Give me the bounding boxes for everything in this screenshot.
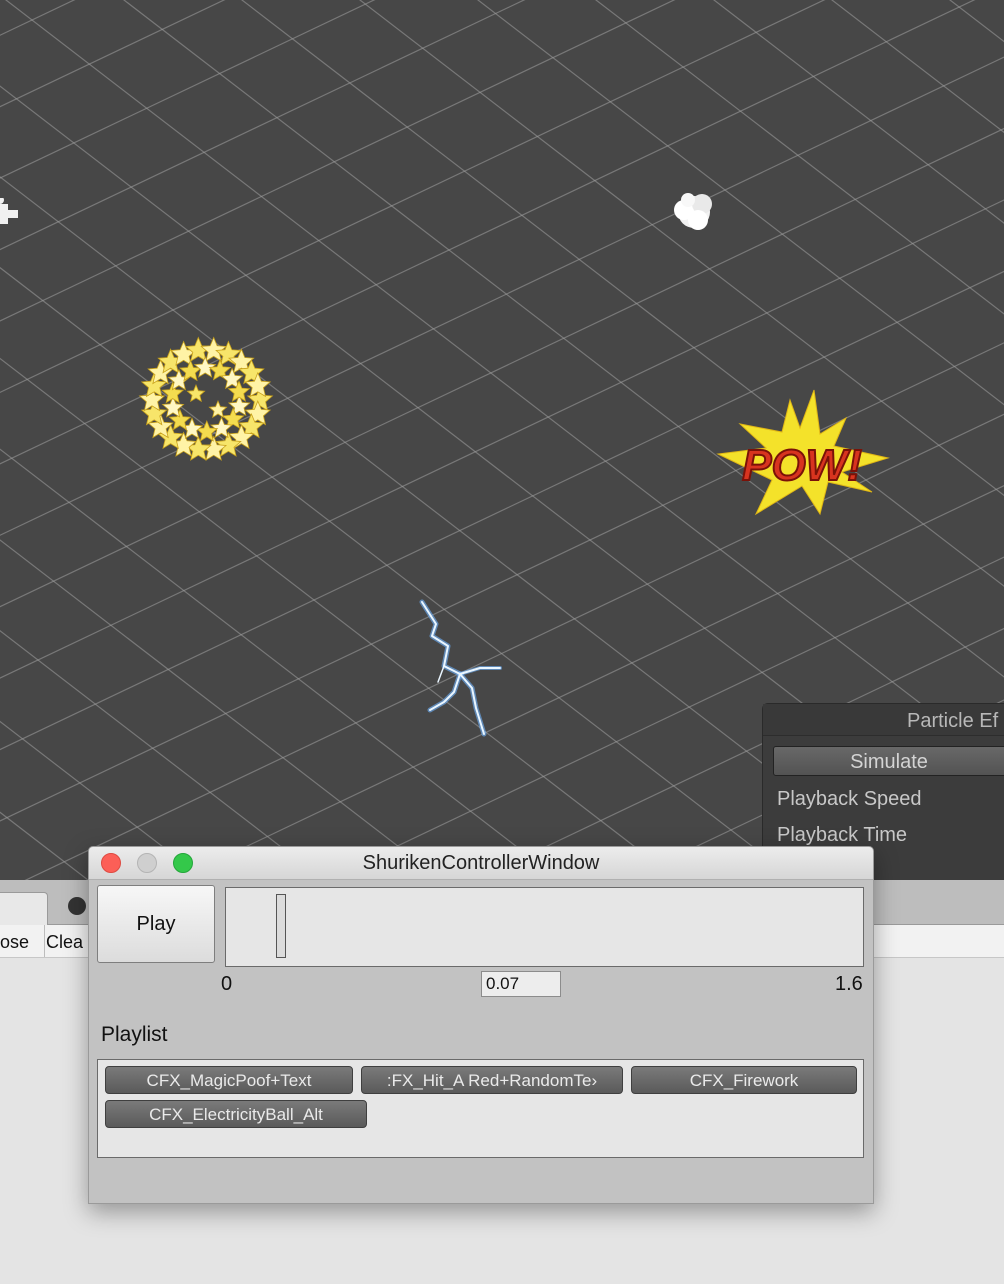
- window-title: ShurikenControllerWindow: [362, 852, 600, 874]
- firework-star-ring-sprite: [138, 336, 274, 461]
- playlist-label: Playlist: [101, 1023, 168, 1046]
- window-titlebar[interactable]: ShurikenControllerWindow: [89, 847, 873, 880]
- timeline-max-label: 1.6: [835, 973, 863, 995]
- playback-speed-label: Playback Speed: [777, 788, 922, 810]
- shuriken-controller-window: ShurikenControllerWindow Play 0 1.6 Play…: [88, 846, 874, 1204]
- scene-view[interactable]: POW! Particle Ef Simulate Playback Speed…: [0, 0, 1004, 880]
- playlist-item[interactable]: :FX_Hit_A Red+RandomTe›: [361, 1066, 623, 1094]
- playlist-box: CFX_MagicPoof+Text :FX_Hit_A Red+RandomT…: [97, 1059, 864, 1158]
- particle-effect-title: Particle Ef: [763, 704, 1004, 736]
- timeline-min-label: 0: [221, 973, 233, 995]
- playlist-item[interactable]: CFX_ElectricityBall_Alt: [105, 1100, 367, 1128]
- pow-burst-sprite: POW!: [716, 389, 890, 516]
- background-tab[interactable]: [0, 892, 48, 925]
- current-time-field[interactable]: [481, 971, 561, 997]
- play-button[interactable]: Play: [97, 885, 215, 963]
- camera-gizmo-icon[interactable]: [0, 198, 20, 232]
- close-toolbar-button[interactable]: ose: [0, 925, 45, 957]
- console-tab-icon[interactable]: [68, 897, 86, 915]
- pow-text: POW!: [742, 441, 862, 490]
- playlist-item[interactable]: CFX_Firework: [631, 1066, 857, 1094]
- timeline-slider[interactable]: [225, 887, 864, 967]
- simulate-button[interactable]: Simulate: [773, 746, 1004, 776]
- smoke-puff-sprite: [674, 193, 712, 230]
- electricity-bolt-sprite: [419, 599, 502, 737]
- timeline-handle[interactable]: [276, 894, 287, 958]
- playback-time-label: Playback Time: [777, 824, 908, 846]
- playlist-item[interactable]: CFX_MagicPoof+Text: [105, 1066, 353, 1094]
